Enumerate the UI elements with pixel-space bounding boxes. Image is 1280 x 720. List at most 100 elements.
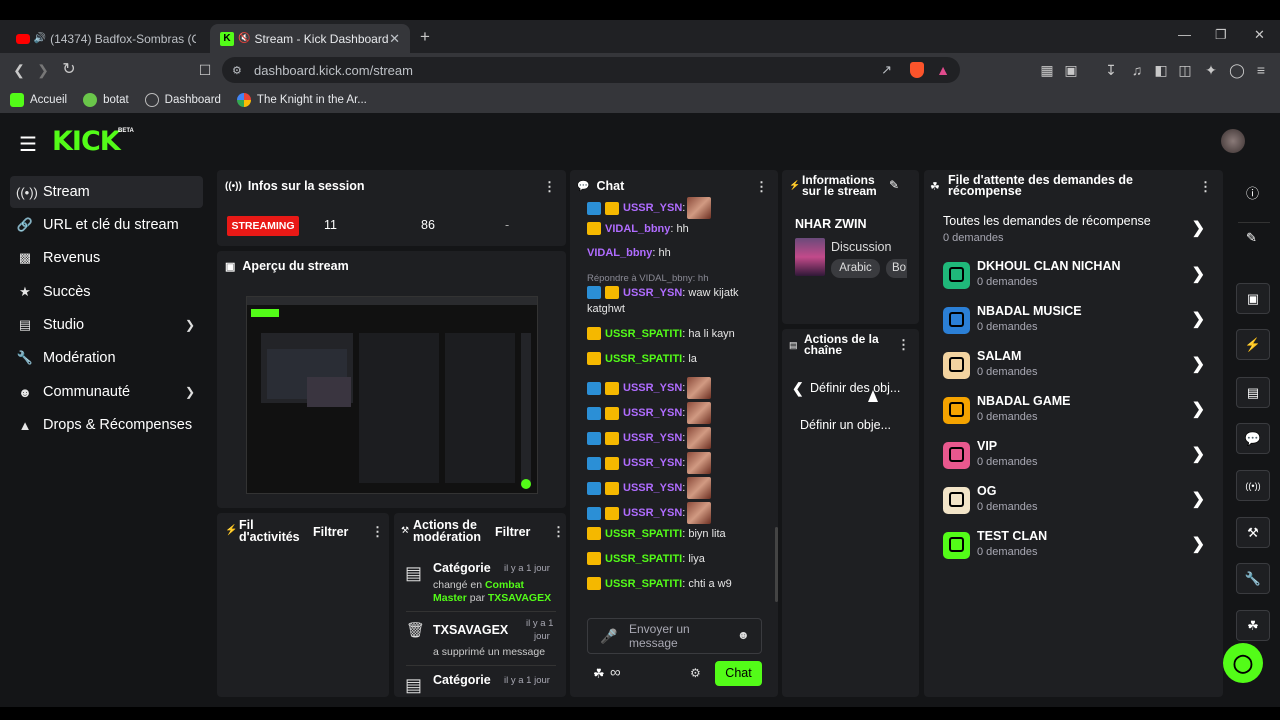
- kick-points-icon[interactable]: ☘: [593, 666, 605, 682]
- bookmark-icon[interactable]: ☐: [196, 61, 214, 79]
- tools-rail-button[interactable]: 🔧: [1236, 563, 1270, 594]
- info-icon[interactable]: ⓘ: [1246, 183, 1259, 202]
- category-thumbnail[interactable]: [795, 238, 825, 276]
- reload-icon[interactable]: ↻: [60, 61, 78, 79]
- edit-pencil-icon[interactable]: ✎: [1246, 230, 1257, 246]
- settings-gear-icon[interactable]: ⚙: [690, 666, 701, 680]
- sidebar-item-stream[interactable]: ((•)) Stream: [10, 176, 203, 208]
- bookmark-dashboard[interactable]: Dashboard: [144, 93, 221, 107]
- tag-chip[interactable]: Bo: [886, 259, 907, 278]
- share-icon[interactable]: ↗: [881, 62, 892, 78]
- tag-chip[interactable]: Arabic: [831, 259, 880, 278]
- chat-username[interactable]: USSR_SPATITI: [605, 528, 682, 540]
- sidebar-item-moderation[interactable]: 🔧 Modération: [10, 342, 203, 374]
- chat-username[interactable]: USSR_YSN: [623, 507, 682, 519]
- sidebar-item-url[interactable]: 🔗 URL et clé du stream: [10, 209, 203, 241]
- sidebar-toggle-icon[interactable]: ◧: [1152, 61, 1170, 79]
- reward-row[interactable]: NBADAL MUSICE 0 demandes ❯: [943, 304, 1205, 344]
- reward-row[interactable]: NBADAL GAME 0 demandes ❯: [943, 394, 1205, 434]
- kebab-menu-icon[interactable]: ⋮: [897, 337, 910, 353]
- hamburger-menu-icon[interactable]: ☰: [19, 132, 37, 157]
- activity-rail-button[interactable]: ⚡: [1236, 329, 1270, 360]
- chat-username[interactable]: USSR_YSN: [623, 382, 682, 394]
- reward-row[interactable]: VIP 0 demandes ❯: [943, 439, 1205, 479]
- vpn-icon[interactable]: ◯: [1228, 61, 1246, 79]
- chat-username[interactable]: USSR_SPATITI: [605, 553, 682, 565]
- chain-action-item[interactable]: Définir un obje...: [800, 418, 891, 432]
- kebab-menu-icon[interactable]: ⋮: [543, 179, 556, 195]
- chat-username[interactable]: VIDAL_bbny: [587, 247, 652, 259]
- back-icon[interactable]: ❮: [10, 61, 28, 79]
- emote-image[interactable]: [687, 427, 712, 449]
- broadcast-rail-button[interactable]: ((•)): [1236, 470, 1270, 501]
- download-icon[interactable]: ↧: [1102, 61, 1120, 79]
- mod-category[interactable]: Combat: [485, 579, 524, 591]
- emote-image[interactable]: [687, 197, 712, 219]
- new-tab-button[interactable]: +: [420, 27, 430, 47]
- sidebar-item-drops[interactable]: ▲ Drops & Récompenses: [10, 409, 203, 441]
- browser-tab-kick[interactable]: K 🔇 Stream - Kick Dashboard ✕: [210, 24, 410, 53]
- mod-rail-button[interactable]: ⚒: [1236, 517, 1270, 548]
- all-rewards-row[interactable]: Toutes les demandes de récompense 0 dema…: [943, 213, 1205, 253]
- microphone-icon[interactable]: 🎤: [600, 628, 617, 645]
- reward-row[interactable]: DKHOUL CLAN NICHAN 0 demandes ❯: [943, 259, 1205, 299]
- filter-button[interactable]: Filtrer: [313, 525, 348, 539]
- music-icon[interactable]: ♫: [1128, 61, 1146, 79]
- menu-icon[interactable]: ≡: [1252, 61, 1270, 79]
- screenshot-icon[interactable]: ▣: [1062, 61, 1080, 79]
- site-info-icon[interactable]: ⚙: [232, 64, 242, 77]
- close-tab-icon[interactable]: ✕: [389, 31, 400, 47]
- stream-category[interactable]: Discussion: [831, 240, 891, 254]
- mod-user[interactable]: TXSAVAGEX: [488, 592, 551, 604]
- bookmark-accueil[interactable]: Accueil: [10, 93, 67, 107]
- emote-image[interactable]: [687, 402, 712, 424]
- preview-rail-button[interactable]: ▣: [1236, 283, 1270, 314]
- browser-tab-youtube[interactable]: 🔊 (14374) Badfox-Sombras (Official: [6, 24, 206, 53]
- chat-username[interactable]: USSR_YSN: [623, 457, 682, 469]
- chat-send-button[interactable]: Chat: [715, 661, 762, 686]
- emote-image[interactable]: [687, 477, 712, 499]
- sidebar-item-communaute[interactable]: ☻ Communauté ❯: [10, 376, 203, 408]
- edit-pencil-icon[interactable]: ✎: [889, 178, 899, 192]
- sidebar-item-revenus[interactable]: ▩ Revenus: [10, 242, 203, 274]
- mod-category[interactable]: Master: [433, 592, 467, 604]
- chat-username[interactable]: USSR_YSN: [623, 287, 682, 299]
- emote-image[interactable]: [687, 502, 712, 524]
- points-rail-button[interactable]: ☘: [1236, 610, 1270, 641]
- support-headset-icon[interactable]: ◯: [1223, 643, 1263, 683]
- sidebar-item-studio[interactable]: ▤ Studio ❯: [10, 309, 203, 341]
- chevron-left-icon[interactable]: ❮: [792, 380, 804, 397]
- reward-row[interactable]: TEST CLAN 0 demandes ❯: [943, 529, 1205, 569]
- extensions-icon[interactable]: ▦: [1038, 61, 1056, 79]
- sidebar-item-succes[interactable]: ★ Succès: [10, 276, 203, 308]
- emote-image[interactable]: [687, 452, 712, 474]
- chat-username[interactable]: USSR_SPATITI: [605, 578, 682, 590]
- restore-button[interactable]: ❐: [1215, 27, 1227, 43]
- chat-username[interactable]: USSR_SPATITI: [605, 328, 682, 340]
- kick-logo[interactable]: KICK: [52, 126, 121, 157]
- chat-scrollbar[interactable]: [775, 527, 778, 602]
- minimize-button[interactable]: —: [1178, 27, 1191, 42]
- forward-icon[interactable]: ❯: [34, 61, 52, 79]
- reward-row[interactable]: OG 0 demandes ❯: [943, 484, 1205, 524]
- chat-rail-button[interactable]: 💬: [1236, 423, 1270, 454]
- chat-username[interactable]: USSR_SPATITI: [605, 353, 682, 365]
- bookmark-knight[interactable]: The Knight in the Ar...: [236, 93, 367, 107]
- kebab-menu-icon[interactable]: ⋮: [1199, 179, 1212, 195]
- kebab-menu-icon[interactable]: ⋮: [755, 179, 768, 195]
- stream-preview-video[interactable]: [246, 296, 538, 494]
- emoji-icon[interactable]: ☻: [737, 628, 750, 642]
- chat-username[interactable]: USSR_YSN: [623, 407, 682, 419]
- emote-image[interactable]: [687, 377, 712, 399]
- chat-username[interactable]: USSR_YSN: [623, 202, 682, 214]
- kebab-menu-icon[interactable]: ⋮: [552, 524, 565, 540]
- window-close-button[interactable]: ✕: [1254, 27, 1265, 43]
- notes-rail-button[interactable]: ▤: [1236, 377, 1270, 408]
- leo-ai-icon[interactable]: ✦: [1202, 61, 1220, 79]
- filter-button[interactable]: Filtrer: [495, 525, 530, 539]
- chat-username[interactable]: USSR_YSN: [623, 482, 682, 494]
- chain-action-item[interactable]: Définir des obj...: [810, 381, 900, 395]
- chat-username[interactable]: VIDAL_bbny: [605, 223, 670, 235]
- brave-shield-icon[interactable]: [910, 62, 924, 78]
- chat-input[interactable]: 🎤 Envoyer un message ☻: [587, 618, 762, 654]
